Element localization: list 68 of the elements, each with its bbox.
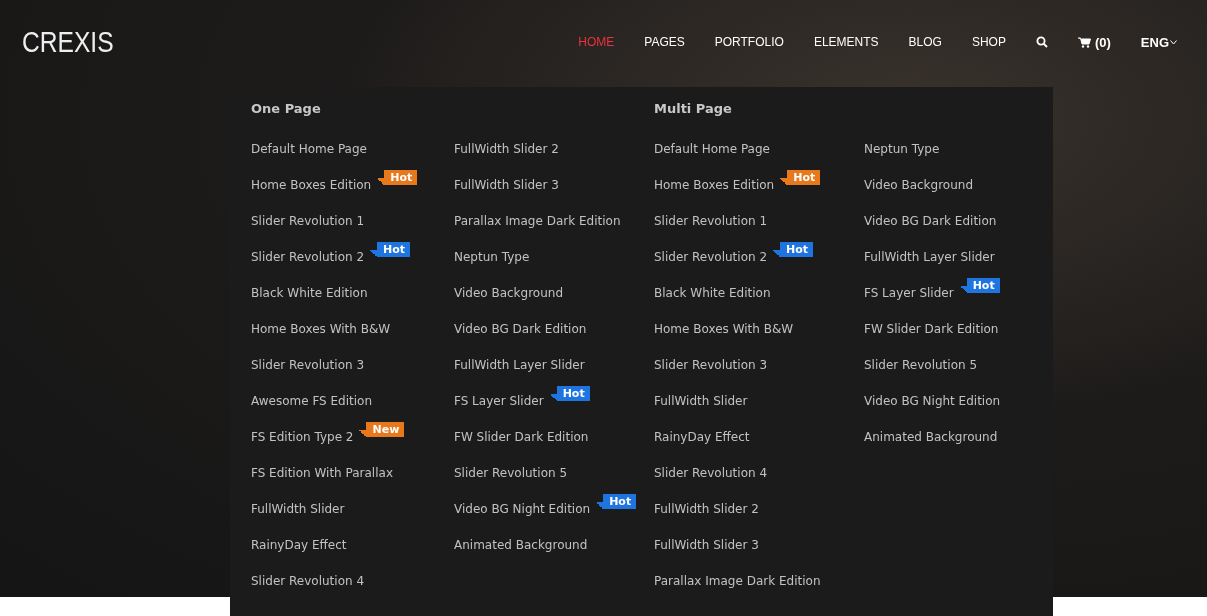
- menu-link[interactable]: Home Boxes With B&W: [251, 322, 391, 336]
- nav-link[interactable]: ELEMENTS: [798, 35, 894, 49]
- badge: Hot: [549, 385, 590, 401]
- cart-icon: [1077, 36, 1091, 48]
- menu-link[interactable]: Slider Revolution 2: [251, 250, 365, 264]
- menu-link[interactable]: Home Boxes Edition: [251, 178, 372, 192]
- badge: Hot: [959, 277, 1000, 293]
- badge: New: [359, 421, 405, 437]
- nav-link[interactable]: PORTFOLIO: [699, 35, 799, 49]
- section-heading: Multi Page: [654, 101, 733, 118]
- menu-link[interactable]: RainyDay Effect: [654, 430, 750, 444]
- cart-button[interactable]: (0): [1062, 34, 1126, 50]
- section-heading: One Page: [251, 101, 322, 118]
- menu-link[interactable]: Default Home Page: [251, 142, 367, 156]
- menu-link[interactable]: Video Background: [864, 178, 974, 192]
- menu-link[interactable]: Slider Revolution 3: [654, 358, 768, 372]
- menu-link[interactable]: Animated Background: [864, 430, 998, 444]
- badge: Hot: [377, 169, 418, 185]
- menu-link[interactable]: Neptun Type: [864, 142, 940, 156]
- menu-link[interactable]: FS Edition Type 2: [251, 430, 354, 444]
- nav-link[interactable]: PAGES: [629, 35, 700, 49]
- menu-link[interactable]: Slider Revolution 5: [864, 358, 978, 372]
- menu-link[interactable]: Video BG Dark Edition: [454, 322, 587, 336]
- menu-link[interactable]: Neptun Type: [454, 250, 530, 264]
- logo[interactable]: CREXIS: [22, 25, 114, 59]
- menu-link[interactable]: FullWidth Slider 2: [654, 502, 759, 516]
- menu-link[interactable]: Animated Background: [454, 538, 588, 552]
- menu-link[interactable]: FullWidth Layer Slider: [454, 358, 585, 372]
- menu-link[interactable]: Slider Revolution 4: [251, 574, 365, 588]
- menu-link[interactable]: Video BG Night Edition: [864, 394, 1001, 408]
- menu-link[interactable]: FullWidth Slider 3: [654, 538, 759, 552]
- menu-link[interactable]: FullWidth Slider: [654, 394, 748, 408]
- badge: Hot: [370, 241, 411, 257]
- menu-link[interactable]: Black White Edition: [251, 286, 368, 300]
- nav-link[interactable]: HOME: [563, 35, 630, 49]
- menu-link[interactable]: FW Slider Dark Edition: [864, 322, 999, 336]
- menu-link[interactable]: Home Boxes With B&W: [654, 322, 794, 336]
- menu-link[interactable]: Black White Edition: [654, 286, 771, 300]
- menu-link[interactable]: Parallax Image Dark Edition: [454, 214, 621, 228]
- menu-link[interactable]: Default Home Page: [654, 142, 770, 156]
- menu-link[interactable]: Home Boxes Edition: [654, 178, 775, 192]
- menu-link[interactable]: Awesome FS Edition: [251, 394, 373, 408]
- menu-link[interactable]: Slider Revolution 2: [654, 250, 768, 264]
- menu-link[interactable]: RainyDay Effect: [251, 538, 347, 552]
- menu-link[interactable]: Slider Revolution 5: [454, 466, 568, 480]
- menu-link[interactable]: FullWidth Slider 2: [454, 142, 559, 156]
- menu-link[interactable]: FullWidth Slider 3: [454, 178, 559, 192]
- menu-link[interactable]: Video Background: [454, 286, 564, 300]
- badge: Hot: [780, 169, 821, 185]
- badge: Hot: [773, 241, 814, 257]
- menu-link[interactable]: Slider Revolution 1: [654, 214, 768, 228]
- menu-link[interactable]: FS Edition With Parallax: [251, 466, 393, 480]
- menu-link[interactable]: Slider Revolution 4: [654, 466, 768, 480]
- menu-link[interactable]: FS Layer Slider: [864, 286, 954, 300]
- menu-link[interactable]: FullWidth Slider: [251, 502, 345, 516]
- menu-link[interactable]: FS Layer Slider: [454, 394, 544, 408]
- chevron-down-icon: [1170, 39, 1177, 45]
- badge: Hot: [596, 493, 637, 509]
- menu-link[interactable]: Video BG Night Edition: [454, 502, 591, 516]
- menu-link[interactable]: FullWidth Layer Slider: [864, 250, 995, 264]
- menu-link[interactable]: FW Slider Dark Edition: [454, 430, 589, 444]
- menu-link[interactable]: Slider Revolution 1: [251, 214, 365, 228]
- nav-link[interactable]: BLOG: [893, 35, 957, 49]
- menu-link[interactable]: Video BG Dark Edition: [864, 214, 997, 228]
- menu-link[interactable]: Slider Revolution 3: [251, 358, 365, 372]
- nav-link[interactable]: SHOP: [956, 35, 1021, 49]
- language-selector[interactable]: ENG: [1125, 34, 1185, 50]
- menu-link[interactable]: Parallax Image Dark Edition: [654, 574, 821, 588]
